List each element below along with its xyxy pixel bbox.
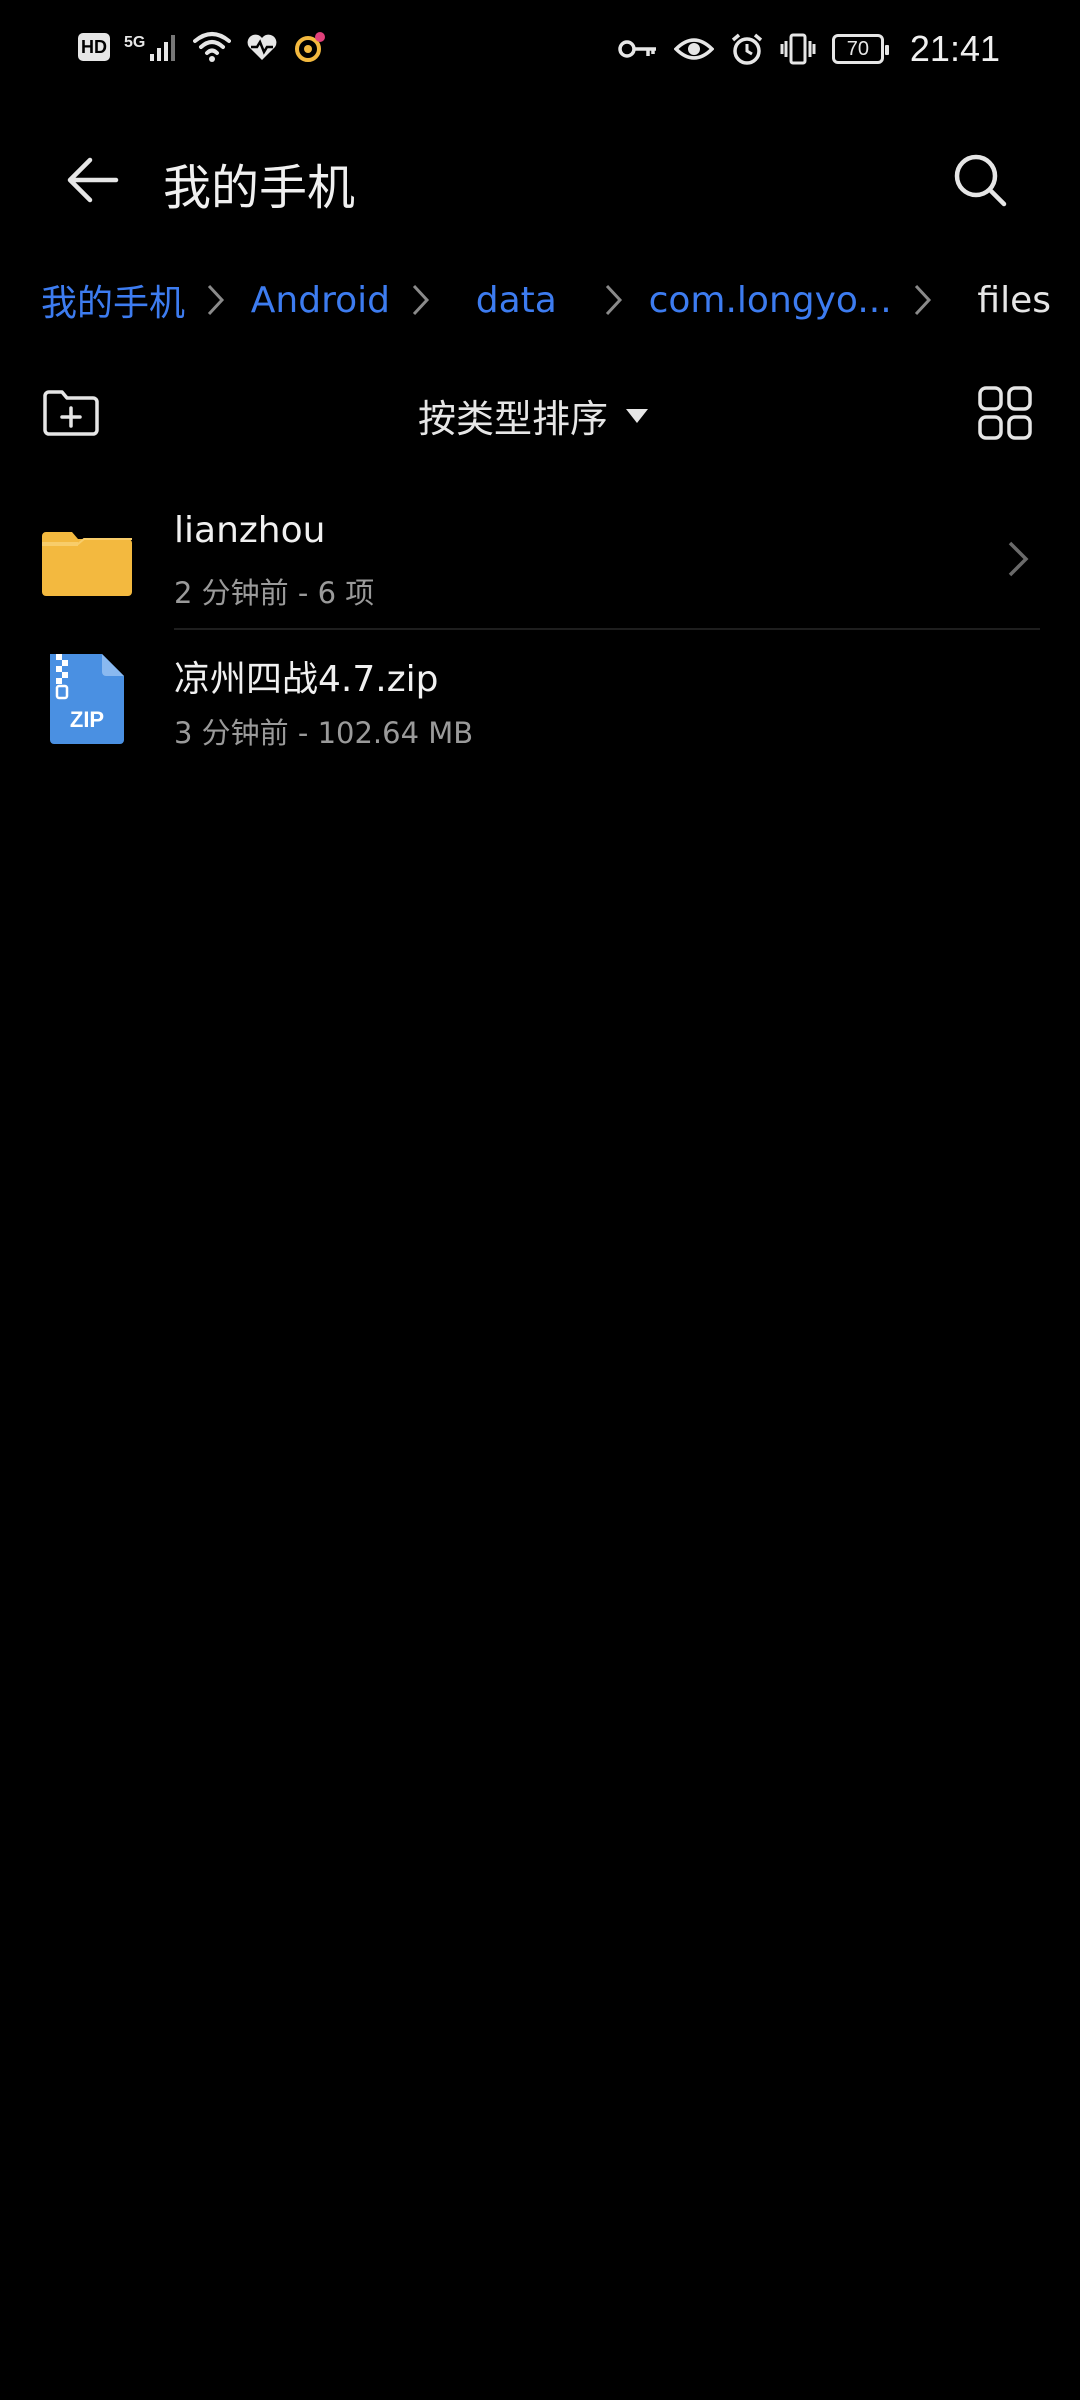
status-left-icons: HD 5G: [78, 30, 327, 64]
hd-icon: HD: [78, 33, 110, 61]
status-bar: HD 5G 70 21:41: [0, 0, 1080, 110]
breadcrumb: 我的手机 Android data com.longyo... files: [41, 272, 1051, 328]
chevron-right-icon: [906, 282, 940, 318]
breadcrumb-my-phone[interactable]: 我的手机: [41, 274, 185, 326]
search-icon: [954, 154, 1007, 207]
breadcrumb-android[interactable]: Android: [251, 280, 390, 321]
new-folder-icon: [43, 390, 99, 436]
file-name: 凉州四战4.7.zip: [174, 659, 439, 700]
signal-icon: 5G: [124, 32, 179, 62]
eye-icon: [673, 38, 714, 60]
battery-icon: 70: [831, 34, 889, 64]
status-right-icons: 70 21:41: [618, 28, 1000, 70]
file-list: lianzhou 2 分钟前 - 6 项 ZIP 凉州四战4.7.zip 3 分…: [0, 490, 1080, 768]
grid-view-button[interactable]: [972, 380, 1038, 446]
list-item-zip[interactable]: ZIP 凉州四战4.7.zip 3 分钟前 - 102.64 MB: [0, 630, 1080, 768]
breadcrumb-data[interactable]: data: [476, 280, 557, 321]
grid-view-icon: [978, 386, 1032, 440]
zip-icon-label: ZIP: [70, 707, 104, 732]
clock: 21:41: [909, 28, 1000, 69]
toolbar: 按类型排序: [0, 378, 1080, 448]
folder-icon: [42, 532, 132, 596]
wifi-icon: [193, 32, 232, 62]
chevron-right-icon: [199, 282, 233, 318]
search-button[interactable]: [940, 140, 1020, 220]
vibrate-icon: [780, 33, 816, 65]
back-button[interactable]: [56, 140, 128, 220]
breadcrumb-package[interactable]: com.longyo...: [649, 280, 892, 321]
alarm-icon: [731, 33, 763, 65]
file-meta: 3 分钟前 - 102.64 MB: [174, 716, 474, 750]
file-name: lianzhou: [174, 510, 326, 551]
zip-file-icon: ZIP: [50, 654, 124, 744]
caret-down-icon: [626, 408, 649, 423]
file-meta: 2 分钟前 - 6 项: [174, 576, 375, 610]
key-icon: [618, 40, 656, 58]
new-folder-button[interactable]: [38, 380, 104, 446]
arrow-left-icon: [67, 157, 119, 203]
chevron-right-icon: [996, 537, 1040, 581]
network-type-label: 5G: [124, 34, 146, 51]
sort-dropdown[interactable]: 按类型排序: [418, 388, 649, 443]
app-bar: 我的手机: [0, 140, 1080, 220]
battery-level: 70: [846, 37, 870, 60]
chevron-right-icon: [404, 282, 438, 318]
sort-label: 按类型排序: [418, 397, 609, 441]
health-icon: [247, 34, 277, 60]
list-item-folder[interactable]: lianzhou 2 分钟前 - 6 项: [0, 490, 1080, 630]
chevron-right-icon: [597, 282, 631, 318]
notification-app-icon: [295, 32, 326, 62]
page-title: 我的手机: [163, 160, 356, 216]
breadcrumb-files: files: [977, 279, 1052, 321]
